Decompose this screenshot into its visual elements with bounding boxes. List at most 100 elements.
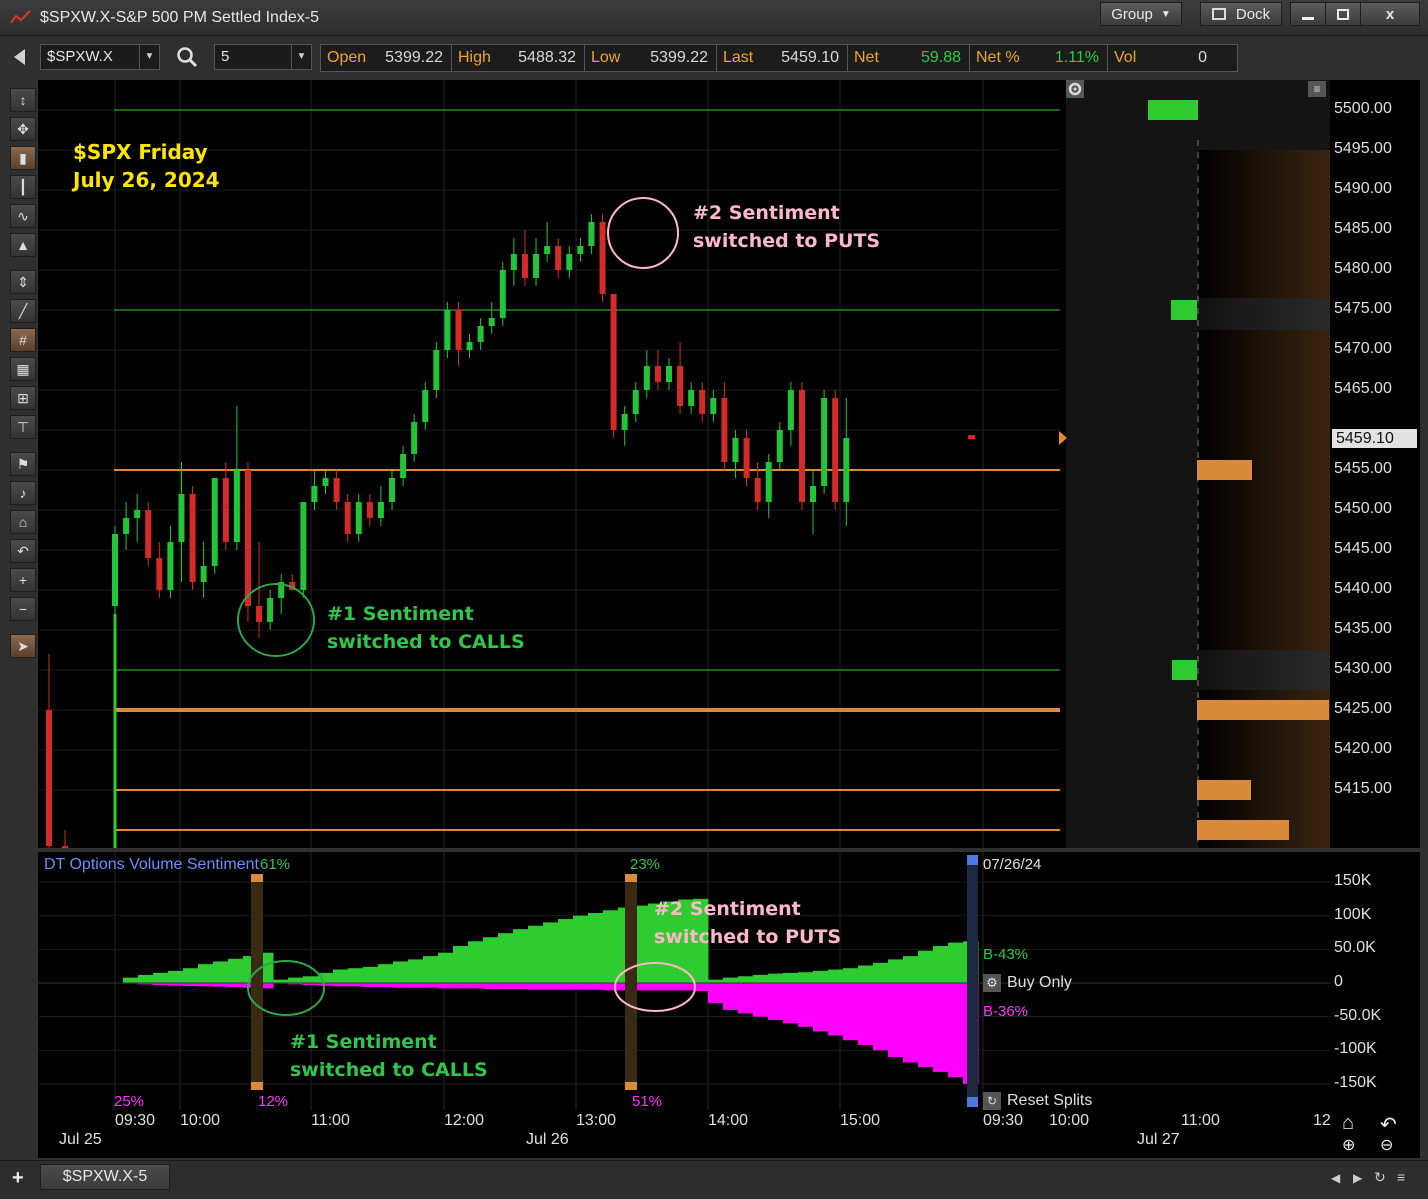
candle-body bbox=[510, 254, 517, 270]
sentiment-chart-svg bbox=[38, 852, 1330, 1110]
b-puts-label: B-36% bbox=[983, 1003, 1029, 1020]
zoom-out-icon[interactable]: ⊖ bbox=[1380, 1135, 1393, 1155]
menu-icon[interactable]: ≡ bbox=[1308, 81, 1326, 97]
settings-gear-icon[interactable] bbox=[1066, 80, 1084, 98]
call-volume-bar bbox=[423, 956, 439, 983]
search-icon[interactable] bbox=[176, 46, 198, 68]
call-volume-bar bbox=[933, 945, 949, 983]
price-tick: 5500.00 bbox=[1334, 100, 1392, 117]
sheet-tab[interactable]: $SPXW.X-5 bbox=[40, 1164, 170, 1190]
note-tool[interactable]: ♪ bbox=[10, 481, 36, 505]
last-price-tag: 5459.10 bbox=[1332, 429, 1417, 448]
collapse-left-icon[interactable] bbox=[14, 49, 25, 65]
trendline-tool[interactable]: ╱ bbox=[10, 299, 36, 323]
candle-body bbox=[311, 486, 318, 502]
table-tool[interactable]: ▦ bbox=[10, 357, 36, 381]
open-value: 5399.22 bbox=[385, 49, 443, 66]
close-button[interactable]: x bbox=[1360, 2, 1420, 26]
last-value: 5459.10 bbox=[781, 49, 839, 66]
call-volume-bar bbox=[513, 929, 529, 983]
crosshair-grid-tool[interactable]: ⊞ bbox=[10, 386, 36, 410]
put-volume-bar bbox=[498, 983, 514, 990]
chart-window: $SPXW.X-S&P 500 PM Settled Index-5 Group… bbox=[0, 0, 1428, 1199]
call-volume-bar bbox=[183, 968, 199, 983]
interval-select[interactable]: 5 ▼ bbox=[214, 44, 312, 70]
chevron-down-icon[interactable]: ▼ bbox=[139, 45, 159, 69]
quote-last: Last 5459.10 bbox=[717, 45, 848, 71]
zoom-out-icon[interactable]: − bbox=[10, 597, 36, 621]
group-button[interactable]: Group ▼ bbox=[1100, 2, 1182, 26]
title-bar[interactable]: $SPXW.X-S&P 500 PM Settled Index-5 Group… bbox=[0, 0, 1428, 36]
symbol-select[interactable]: $SPXW.X ▼ bbox=[40, 44, 160, 70]
s1-lower-line1: #1 Sentiment bbox=[290, 1031, 437, 1053]
time-axis[interactable]: 09:30 10:00 11:00 12:00 13:00 14:00 15:0… bbox=[38, 1110, 1420, 1158]
scroll-right-icon[interactable]: ▶ bbox=[1353, 1171, 1362, 1185]
candle-body bbox=[488, 318, 495, 326]
grid-tool[interactable]: # bbox=[10, 328, 36, 352]
call-volume-bar bbox=[858, 965, 874, 983]
call-volume-bar bbox=[588, 912, 604, 983]
split-tool[interactable]: ⊤ bbox=[10, 415, 36, 439]
home-icon[interactable]: ⌂ bbox=[1342, 1112, 1354, 1135]
chart-annotation-title: $SPX Friday July 26, 2024 bbox=[73, 138, 220, 194]
pointer-tool[interactable]: ➤ bbox=[10, 634, 36, 658]
price-tick: 5495.00 bbox=[1334, 140, 1392, 157]
candlestick-tool[interactable]: ▮ bbox=[10, 146, 36, 170]
put-volume-bar bbox=[378, 983, 394, 988]
minimize-icon bbox=[1302, 16, 1314, 20]
vol-value: 0 bbox=[1198, 49, 1207, 66]
scale-tool[interactable]: ⇕ bbox=[10, 270, 36, 294]
line-chart-tool[interactable]: ∿ bbox=[10, 204, 36, 228]
bar-chart-tool[interactable]: ┃ bbox=[10, 175, 36, 199]
price-tick: 5425.00 bbox=[1334, 700, 1392, 717]
maximize-button[interactable] bbox=[1325, 2, 1361, 26]
price-tick: 5490.00 bbox=[1334, 180, 1392, 197]
time-tick: 12 bbox=[1313, 1112, 1331, 1129]
buy-only-button[interactable]: ⚙ Buy Only bbox=[983, 974, 1072, 992]
candle-body bbox=[555, 246, 562, 270]
home-icon[interactable]: ⌂ bbox=[10, 510, 36, 534]
add-tab-button[interactable]: + bbox=[12, 1167, 24, 1190]
candle-body bbox=[632, 390, 639, 414]
time-tick: 09:30 bbox=[983, 1112, 1024, 1129]
price-tick: 5430.00 bbox=[1334, 660, 1392, 677]
zoom-in-icon[interactable]: + bbox=[10, 568, 36, 592]
reset-splits-button[interactable]: ↻ Reset Splits bbox=[983, 1092, 1092, 1110]
candle-body bbox=[178, 494, 185, 542]
candle-body bbox=[843, 438, 850, 502]
candle-body bbox=[688, 390, 695, 406]
undo-icon[interactable]: ↶ bbox=[1380, 1112, 1397, 1137]
call-volume-bar bbox=[798, 972, 814, 983]
dock-button[interactable]: Dock bbox=[1200, 2, 1282, 26]
move-vertical-tool[interactable]: ↕ bbox=[10, 88, 36, 112]
sentiment-pane[interactable]: DT Options Volume Sentiment 61% 23% 25% … bbox=[38, 852, 1420, 1110]
put-volume-bar bbox=[828, 983, 844, 1036]
call-volume-bar bbox=[753, 974, 769, 983]
zoom-in-icon[interactable]: ⊕ bbox=[1342, 1135, 1355, 1155]
candle-body bbox=[123, 518, 130, 534]
s2-line2: switched to PUTS bbox=[693, 230, 881, 252]
call-volume-bar bbox=[213, 961, 229, 983]
put-volume-bar bbox=[933, 983, 949, 1072]
put-volume-bar bbox=[198, 983, 214, 987]
pin-tool[interactable]: ⚑ bbox=[10, 452, 36, 476]
chevron-down-icon[interactable]: ▼ bbox=[291, 45, 311, 69]
candle-body bbox=[333, 478, 340, 502]
current-split-marker bbox=[967, 855, 978, 1107]
call-volume-bar bbox=[573, 915, 589, 983]
refresh-icon[interactable]: ↻ bbox=[1374, 1169, 1386, 1186]
price-tick: 5470.00 bbox=[1334, 340, 1392, 357]
list-icon[interactable]: ≡ bbox=[1397, 1169, 1405, 1185]
time-tick: 13:00 bbox=[576, 1112, 617, 1129]
pan-tool[interactable]: ✥ bbox=[10, 117, 36, 141]
minimize-button[interactable] bbox=[1290, 2, 1326, 26]
price-chart-pane[interactable]: ≡ $SPX Friday July 26, 2024 #1 Sentiment… bbox=[38, 80, 1420, 848]
volume-tick: -150K bbox=[1334, 1074, 1377, 1091]
area-chart-tool[interactable]: ▲ bbox=[10, 233, 36, 257]
candle-body bbox=[732, 438, 739, 462]
pct-bot-3: 51% bbox=[632, 1093, 663, 1110]
undo-icon[interactable]: ↶ bbox=[10, 539, 36, 563]
call-volume-bar bbox=[543, 922, 559, 983]
call-volume-bar bbox=[153, 972, 169, 983]
scroll-left-icon[interactable]: ◀ bbox=[1331, 1171, 1340, 1185]
